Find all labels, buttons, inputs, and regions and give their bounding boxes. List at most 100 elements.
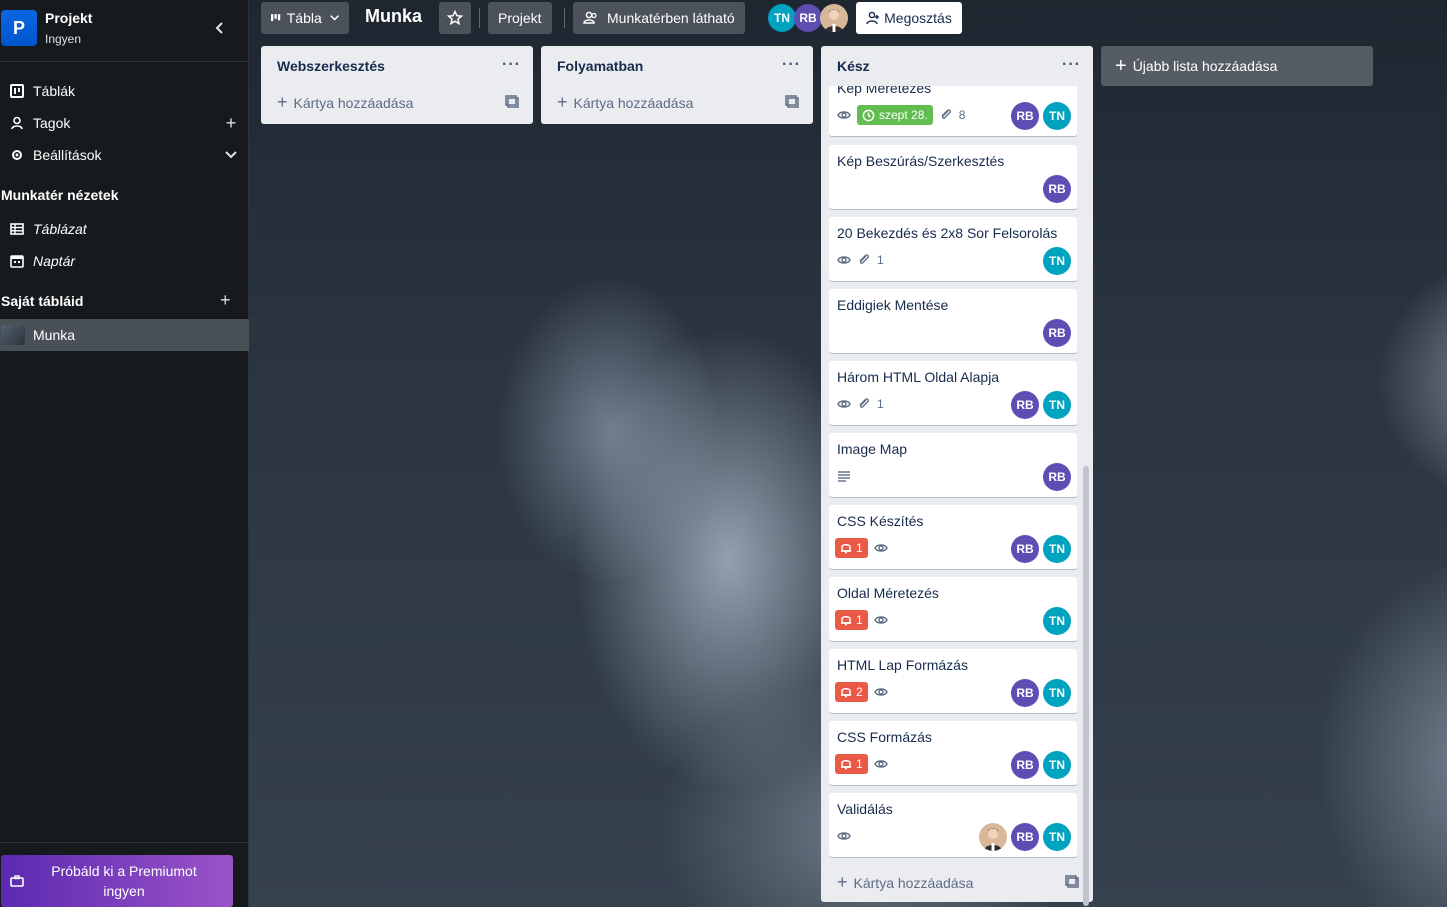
star-button[interactable] [439, 2, 471, 34]
workspace-header[interactable]: P Projekt Ingyen [0, 0, 249, 62]
list-title[interactable]: Kész [837, 58, 870, 74]
member-avatar-rb[interactable]: RB [1043, 175, 1071, 203]
list-title[interactable]: Folyamatban [557, 58, 643, 74]
due-date-text: szept 28. [879, 108, 928, 122]
card-title: Validálás [837, 801, 893, 817]
member-avatar-rb[interactable]: RB [1011, 391, 1039, 419]
due-date-badge[interactable]: szept 28. [857, 105, 933, 125]
list-title[interactable]: Webszerkesztés [277, 58, 385, 74]
eye-icon [873, 685, 888, 699]
card-kep-meretezes[interactable]: Kép Méretezés szept 28. 8 RB TN [829, 86, 1077, 136]
member-avatar-tn[interactable]: TN [1043, 607, 1071, 635]
card-html-lap-formazas[interactable]: HTML Lap Formázás 2 RB TN [829, 649, 1077, 713]
card-eddigiek-mentese[interactable]: Eddigiek Mentése RB [829, 289, 1077, 353]
card-badges: 1 [835, 538, 888, 558]
notification-count: 1 [856, 613, 863, 627]
paperclip-icon [939, 108, 953, 122]
sidebar-item-label: Naptár [33, 253, 76, 269]
card-validalas[interactable]: Validálás RB TN [829, 793, 1077, 857]
notification-badge[interactable]: 1 [835, 610, 868, 630]
card-members: TN [1043, 247, 1071, 275]
sidebar-item-boards[interactable]: Táblák [0, 75, 249, 107]
member-avatar-rb[interactable]: RB [1011, 751, 1039, 779]
card-template-icon[interactable] [1065, 875, 1079, 889]
premium-trial-button[interactable]: Próbáld ki a Premiumot ingyen [1, 855, 233, 907]
member-avatar-rb[interactable]: RB [1011, 823, 1039, 851]
notification-badge[interactable]: 1 [835, 538, 868, 558]
eye-icon [837, 108, 851, 122]
add-list-label: Újabb lista hozzáadása [1132, 58, 1278, 74]
plus-icon: + [1115, 54, 1127, 77]
bell-icon [841, 616, 851, 626]
card-harom-html-oldal[interactable]: Három HTML Oldal Alapja 1 RB TN [829, 361, 1077, 425]
star-icon [447, 10, 463, 26]
clock-icon [862, 109, 875, 121]
sidebar-item-table[interactable]: Táblázat [0, 213, 249, 245]
add-card-button[interactable]: + Kártya hozzáadása [557, 92, 693, 113]
card-image-map[interactable]: Image Map RB [829, 433, 1077, 497]
sidebar-board-munka[interactable]: Munka [0, 319, 249, 351]
member-avatar-rb[interactable]: RB [1011, 102, 1039, 130]
member-avatar-rb[interactable]: RB [1011, 679, 1039, 707]
workspace-logo: P [1, 10, 37, 46]
card-kep-beszuras[interactable]: Kép Beszúrás/Szerkesztés RB [829, 145, 1077, 209]
list-menu-icon[interactable]: ··· [502, 56, 521, 74]
add-card-label: Kártya hozzáadása [293, 94, 414, 111]
visibility-label: Munkatérben látható [607, 10, 735, 26]
notification-badge[interactable]: 2 [835, 682, 868, 702]
view-switcher-button[interactable]: Tábla [261, 2, 349, 34]
card-title: Három HTML Oldal Alapja [837, 369, 1000, 385]
member-avatar-photo[interactable] [979, 823, 1007, 851]
card-oldal-meretezes[interactable]: Oldal Méretezés 1 TN [829, 577, 1077, 641]
member-avatar-tn[interactable]: TN [1043, 823, 1071, 851]
member-avatar-tn[interactable]: TN [1043, 535, 1071, 563]
list-scrollbar[interactable] [1083, 466, 1089, 906]
card-template-icon[interactable] [785, 95, 799, 109]
list-menu-icon[interactable]: ··· [782, 56, 801, 74]
plus-icon: + [837, 872, 848, 892]
share-button[interactable]: Megosztás [856, 2, 962, 34]
card-badges [837, 826, 851, 846]
member-avatar-tn[interactable]: TN [1043, 751, 1071, 779]
sidebar-board-label: Munka [33, 327, 76, 343]
card-template-icon[interactable] [505, 95, 519, 109]
paperclip-icon [857, 397, 871, 411]
member-avatar-tn[interactable]: TN [1043, 391, 1071, 419]
attachment-count: 8 [958, 108, 966, 122]
add-board-icon[interactable]: + [220, 290, 231, 311]
card-members: RB TN [1011, 535, 1071, 563]
card-bekezdes-felsorolas[interactable]: 20 Bekezdés és 2x8 Sor Felsorolás 1 TN [829, 217, 1077, 281]
table-icon [0, 222, 33, 236]
card-css-formazas[interactable]: CSS Formázás 1 RB TN [829, 721, 1077, 785]
list-menu-icon[interactable]: ··· [1062, 56, 1081, 74]
card-css-keszites[interactable]: CSS Készítés 1 RB TN [829, 505, 1077, 569]
workspace-button[interactable]: Projekt [488, 2, 552, 34]
add-card-button[interactable]: + Kártya hozzáadása [277, 92, 413, 113]
member-avatar-tn[interactable]: TN [1043, 102, 1071, 130]
add-card-button[interactable]: + Kártya hozzáadása [837, 872, 973, 893]
member-avatar-tn[interactable]: TN [768, 4, 796, 32]
member-avatar-tn[interactable]: TN [1043, 679, 1071, 707]
briefcase-icon [1, 875, 33, 887]
sidebar-item-members[interactable]: Tagok + [0, 107, 249, 139]
member-avatar-photo[interactable] [820, 4, 848, 32]
member-avatar-rb[interactable]: RB [794, 4, 822, 32]
notification-badge[interactable]: 1 [835, 754, 868, 774]
gear-icon [0, 148, 33, 162]
member-avatar-rb[interactable]: RB [1043, 463, 1071, 491]
people-icon [583, 11, 597, 24]
member-avatar-tn[interactable]: TN [1043, 247, 1071, 275]
member-avatar-rb[interactable]: RB [1011, 535, 1039, 563]
collapse-sidebar-button[interactable] [208, 16, 232, 40]
sidebar-item-settings[interactable]: Beállítások [0, 139, 249, 171]
board-title[interactable]: Munka [365, 6, 422, 27]
add-member-icon[interactable]: + [213, 113, 249, 134]
card-members: RB TN [1011, 391, 1071, 419]
chevron-down-icon[interactable] [213, 151, 249, 159]
visibility-button[interactable]: Munkatérben látható [573, 2, 745, 34]
add-list-button[interactable]: + Újabb lista hozzáadása [1101, 46, 1373, 86]
member-avatar-rb[interactable]: RB [1043, 319, 1071, 347]
sidebar-item-calendar[interactable]: Naptár [0, 245, 249, 277]
board-header: Tábla Munka Projekt Munkatérben látható … [249, 0, 1447, 36]
card-badges: 1 [837, 394, 884, 414]
